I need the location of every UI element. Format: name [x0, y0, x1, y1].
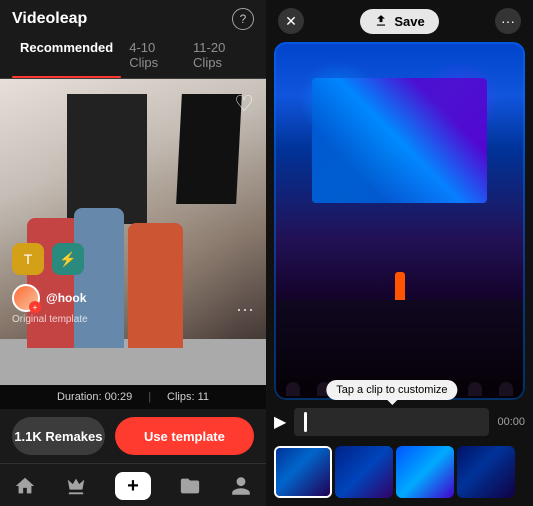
concert-preview	[274, 42, 525, 400]
person-right	[128, 223, 183, 348]
left-panel: Videoleap ? Recommended 4-10 Clips 11-20…	[0, 0, 266, 506]
clip-thumb-4[interactable]	[457, 446, 515, 498]
more-options-button[interactable]: ···	[495, 8, 521, 34]
right-header: ✕ Save ···	[266, 0, 533, 42]
tabs-row: Recommended 4-10 Clips 11-20 Clips	[0, 34, 266, 79]
separator: |	[148, 391, 151, 403]
tool-icons: T ⚡	[12, 243, 84, 275]
timeline-track[interactable]: Tap a clip to customize	[294, 408, 489, 436]
tab-11-20[interactable]: 11-20 Clips	[185, 34, 254, 78]
thumb-concert-bg-3	[457, 446, 515, 498]
nav-add-button[interactable]: +	[115, 472, 151, 500]
original-tag: Original template	[12, 314, 88, 325]
thumb-concert-bg	[276, 448, 330, 496]
save-button[interactable]: Save	[360, 9, 438, 34]
clips-text: Clips: 11	[167, 391, 209, 403]
clip-thumb-3[interactable]	[396, 446, 454, 498]
user-row: + @hook	[12, 284, 88, 312]
remakes-button[interactable]: 1.1K Remakes	[12, 417, 105, 455]
avatar[interactable]: +	[12, 284, 40, 312]
nav-profile[interactable]	[230, 475, 252, 497]
play-button[interactable]: ▶	[274, 412, 286, 432]
tab-4-10[interactable]: 4-10 Clips	[121, 34, 185, 78]
effect-tool-icon[interactable]: ⚡	[52, 243, 84, 275]
right-panel: ✕ Save ···	[266, 0, 533, 506]
user-info: + @hook Original template	[12, 284, 88, 325]
thumb-concert-bg-2	[335, 446, 393, 498]
clip-thumbnails	[266, 440, 533, 506]
use-template-button[interactable]: Use template	[115, 417, 254, 455]
clip-tooltip: Tap a clip to customize	[326, 380, 457, 400]
username[interactable]: @hook	[46, 291, 86, 305]
person-center	[74, 208, 124, 348]
close-button[interactable]: ✕	[278, 8, 304, 34]
nav-crown[interactable]	[65, 475, 87, 497]
text-tool-icon[interactable]: T	[12, 243, 44, 275]
thumb-bright-bg	[396, 446, 454, 498]
video-bg	[0, 79, 266, 385]
nav-folder[interactable]	[179, 475, 201, 497]
more-button[interactable]: ···	[236, 299, 254, 320]
tab-recommended[interactable]: Recommended	[12, 34, 121, 78]
duration-bar: Duration: 00:29 | Clips: 11	[0, 385, 266, 409]
save-label: Save	[394, 14, 424, 29]
nav-home[interactable]	[14, 475, 36, 497]
follow-icon: +	[29, 301, 41, 313]
video-preview[interactable]: ♡ T ⚡ + @hook Original template ···	[0, 79, 266, 385]
help-button[interactable]: ?	[232, 8, 254, 30]
preview-border	[274, 42, 525, 400]
timeline-area: ▶ Tap a clip to customize 00:00	[266, 400, 533, 440]
time-display: 00:00	[497, 416, 525, 428]
action-row: 1.1K Remakes Use template	[0, 409, 266, 463]
clip-thumb-2[interactable]	[335, 446, 393, 498]
backdrop-stand	[67, 94, 147, 224]
timeline-marker	[304, 412, 307, 432]
backdrop-element	[177, 94, 243, 204]
timeline-controls: ▶ Tap a clip to customize 00:00	[274, 408, 525, 436]
bottom-nav: +	[0, 463, 266, 506]
app-title: Videoleap	[12, 10, 87, 28]
left-header: Videoleap ?	[0, 0, 266, 34]
clip-thumb-1[interactable]	[274, 446, 332, 498]
heart-icon[interactable]: ♡	[234, 91, 254, 117]
duration-text: Duration: 00:29	[57, 391, 132, 403]
